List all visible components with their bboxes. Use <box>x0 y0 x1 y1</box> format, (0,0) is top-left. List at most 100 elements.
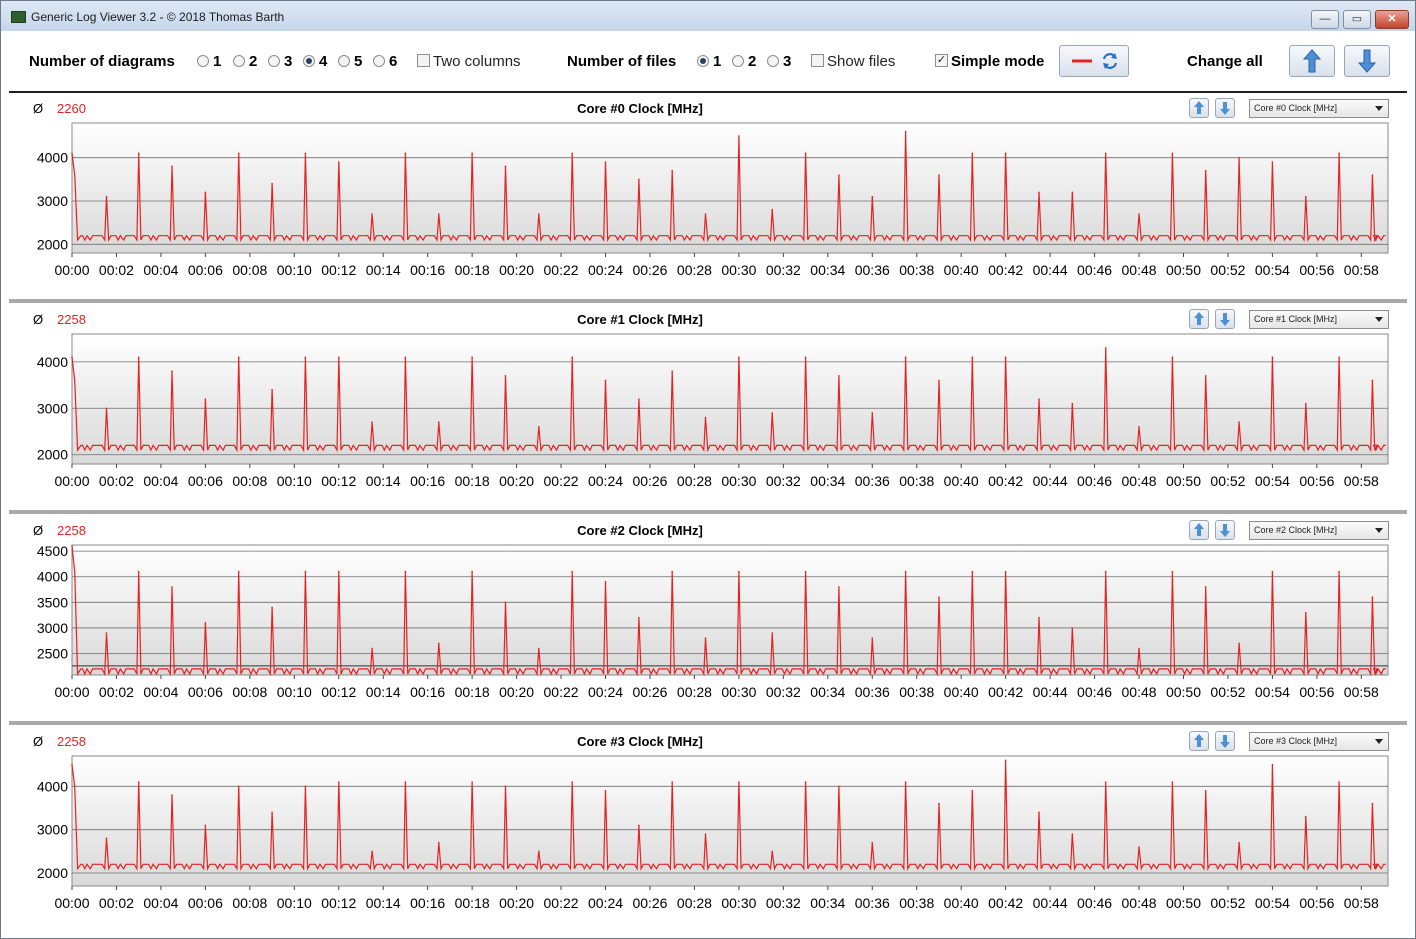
data-point <box>1238 642 1240 645</box>
file-radio-2[interactable] <box>732 55 744 67</box>
x-tick-label: 00:42 <box>988 895 1023 911</box>
data-point <box>204 398 207 400</box>
x-tick-label: 00:34 <box>810 473 845 489</box>
x-tick-label: 00:46 <box>1077 895 1112 911</box>
line-style-button[interactable] <box>1059 45 1129 77</box>
data-point <box>704 637 707 639</box>
data-point <box>1338 152 1340 155</box>
diagram-radio-1[interactable] <box>197 55 209 67</box>
x-tick-label: 00:40 <box>944 895 979 911</box>
data-point <box>704 416 707 419</box>
move-up-button[interactable] <box>1189 98 1209 118</box>
diagram-radio-4[interactable] <box>303 55 315 67</box>
close-button[interactable]: ✕ <box>1375 10 1409 29</box>
sensor-selector[interactable]: Core #1 Clock [MHz] <box>1249 310 1389 329</box>
x-tick-label: 00:16 <box>410 684 445 700</box>
two-columns-checkbox[interactable] <box>417 54 430 67</box>
move-up-button[interactable] <box>1189 520 1209 540</box>
data-point <box>638 398 640 400</box>
x-tick-label: 00:52 <box>1210 684 1245 700</box>
data-point <box>471 152 473 155</box>
y-tick-label: 2500 <box>37 646 68 662</box>
x-tick-label: 00:40 <box>944 262 979 278</box>
data-point <box>738 135 740 137</box>
x-tick-label: 00:56 <box>1299 473 1334 489</box>
diagram-radio-5[interactable] <box>338 55 350 67</box>
data-point <box>671 570 674 573</box>
x-tick-label: 00:24 <box>588 895 623 911</box>
x-tick-label: 00:32 <box>766 262 801 278</box>
sensor-selector-value: Core #0 Clock [MHz] <box>1254 103 1338 113</box>
data-point <box>137 781 140 783</box>
x-tick-label: 00:32 <box>766 895 801 911</box>
x-tick-label: 00:50 <box>1166 262 1201 278</box>
sensor-selector[interactable]: Core #0 Clock [MHz] <box>1249 99 1389 118</box>
y-tick-label: 3500 <box>37 594 68 610</box>
x-tick-label: 00:00 <box>54 895 89 911</box>
x-tick-label: 00:48 <box>1122 473 1157 489</box>
data-point <box>1204 374 1207 377</box>
data-point <box>571 570 573 573</box>
minimize-button[interactable]: — <box>1311 10 1339 29</box>
diagram-radio-2[interactable] <box>233 55 245 67</box>
data-point <box>337 781 340 783</box>
data-point <box>604 581 607 583</box>
data-point <box>671 370 674 372</box>
y-tick-label: 4000 <box>37 150 68 166</box>
arrow-down-icon <box>1220 102 1230 115</box>
data-point <box>571 356 573 359</box>
x-tick-label: 00:06 <box>188 895 223 911</box>
x-tick-label: 00:16 <box>410 473 445 489</box>
show-files-checkbox[interactable] <box>811 54 824 67</box>
sensor-selector[interactable]: Core #2 Clock [MHz] <box>1249 521 1389 540</box>
x-tick-label: 00:02 <box>99 895 134 911</box>
move-down-button[interactable] <box>1215 520 1235 540</box>
data-point <box>1004 356 1007 359</box>
data-point <box>504 165 507 168</box>
title-bar[interactable]: Generic Log Viewer 3.2 - © 2018 Thomas B… <box>1 1 1415 31</box>
maximize-button[interactable]: ▭ <box>1343 10 1371 29</box>
x-tick-label: 00:26 <box>632 684 667 700</box>
data-point <box>271 811 273 814</box>
data-point <box>1138 426 1140 428</box>
data-point <box>604 161 607 163</box>
diagram-radio-3[interactable] <box>268 55 280 67</box>
move-up-button[interactable] <box>1189 731 1209 751</box>
move-up-button[interactable] <box>1189 309 1209 329</box>
file-radio-1[interactable] <box>697 55 709 67</box>
x-tick-label: 00:20 <box>499 262 534 278</box>
x-tick-label: 00:54 <box>1255 684 1290 700</box>
x-tick-label: 00:46 <box>1077 473 1112 489</box>
data-point <box>1271 570 1274 573</box>
arrow-up-icon <box>1194 312 1204 325</box>
x-tick-label: 00:46 <box>1077 684 1112 700</box>
x-tick-label: 00:58 <box>1344 262 1379 278</box>
data-point <box>71 545 73 547</box>
move-down-button[interactable] <box>1215 731 1235 751</box>
x-tick-label: 00:36 <box>855 262 890 278</box>
sensor-selector[interactable]: Core #3 Clock [MHz] <box>1249 732 1389 751</box>
data-point <box>437 841 440 844</box>
move-down-button[interactable] <box>1215 309 1235 329</box>
divider <box>9 721 1407 725</box>
x-tick-label: 00:38 <box>899 895 934 911</box>
data-point <box>1071 627 1074 629</box>
data-point <box>838 374 840 377</box>
simple-mode-checkbox[interactable]: ✓ <box>935 54 948 67</box>
x-tick-label: 00:18 <box>455 473 490 489</box>
x-tick-label: 00:28 <box>677 262 712 278</box>
x-tick-label: 00:58 <box>1344 895 1379 911</box>
data-point <box>437 642 440 645</box>
move-down-all-button[interactable] <box>1344 45 1390 77</box>
move-up-all-button[interactable] <box>1289 45 1335 77</box>
data-point <box>1038 616 1040 619</box>
data-point <box>1071 402 1074 405</box>
y-tick-label: 3000 <box>37 822 68 838</box>
x-tick-label: 00:30 <box>721 684 756 700</box>
move-down-button[interactable] <box>1215 98 1235 118</box>
data-point <box>237 356 240 359</box>
diagram-radio-label: 5 <box>354 53 363 70</box>
arrow-down-icon <box>1220 735 1230 748</box>
diagram-radio-6[interactable] <box>373 55 385 67</box>
file-radio-3[interactable] <box>767 55 779 67</box>
